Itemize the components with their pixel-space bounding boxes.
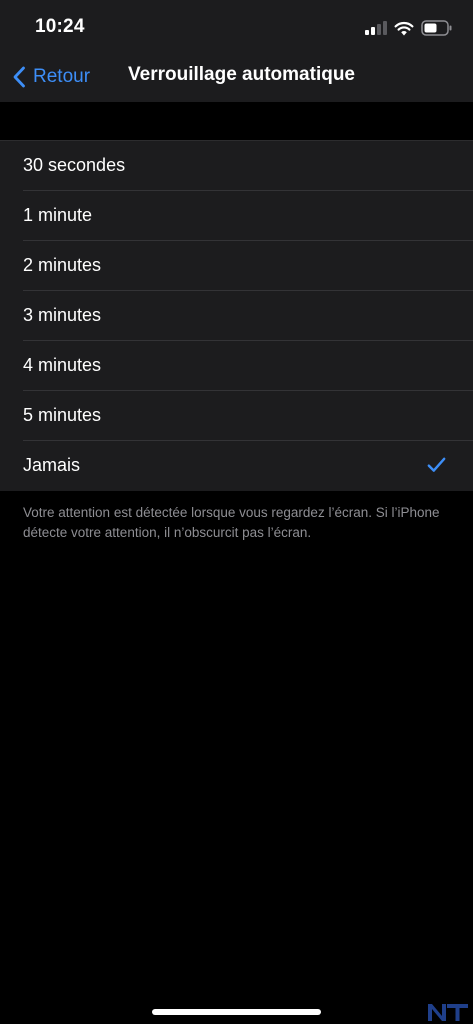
battery-icon [421, 20, 452, 36]
option-label: Jamais [23, 455, 81, 475]
option-5-minutes[interactable]: 5 minutes [0, 391, 473, 441]
option-never[interactable]: Jamais [0, 441, 473, 491]
option-label: 1 minute [23, 205, 93, 225]
option-2-minutes[interactable]: 2 minutes [0, 241, 473, 291]
checkmark-icon [427, 457, 446, 472]
option-4-minutes[interactable]: 4 minutes [0, 341, 473, 391]
option-1-minute[interactable]: 1 minute [0, 191, 473, 241]
auto-lock-options-list: 30 secondes 1 minute 2 minutes 3 minutes… [0, 140, 473, 491]
option-3-minutes[interactable]: 3 minutes [0, 291, 473, 341]
page-title: Verrouillage automatique [128, 64, 355, 85]
option-label: 5 minutes [23, 405, 102, 425]
option-30-seconds[interactable]: 30 secondes [0, 141, 473, 191]
status-icons [365, 19, 453, 37]
status-bar: 10:24 [0, 0, 473, 54]
option-label: 2 minutes [23, 255, 102, 275]
home-indicator[interactable] [152, 1009, 321, 1015]
wifi-icon [394, 21, 414, 35]
navigation-bar: Retour Verrouillage automatique [0, 54, 473, 102]
option-label: 30 secondes [23, 155, 126, 175]
nt-watermark-logo [428, 1004, 468, 1021]
footer-note: Votre attention est détectée lorsque vou… [23, 505, 440, 540]
cellular-signal-icon [365, 21, 387, 35]
status-time: 10:24 [35, 16, 85, 37]
option-label: 4 minutes [23, 355, 102, 375]
option-label: 3 minutes [23, 305, 102, 325]
